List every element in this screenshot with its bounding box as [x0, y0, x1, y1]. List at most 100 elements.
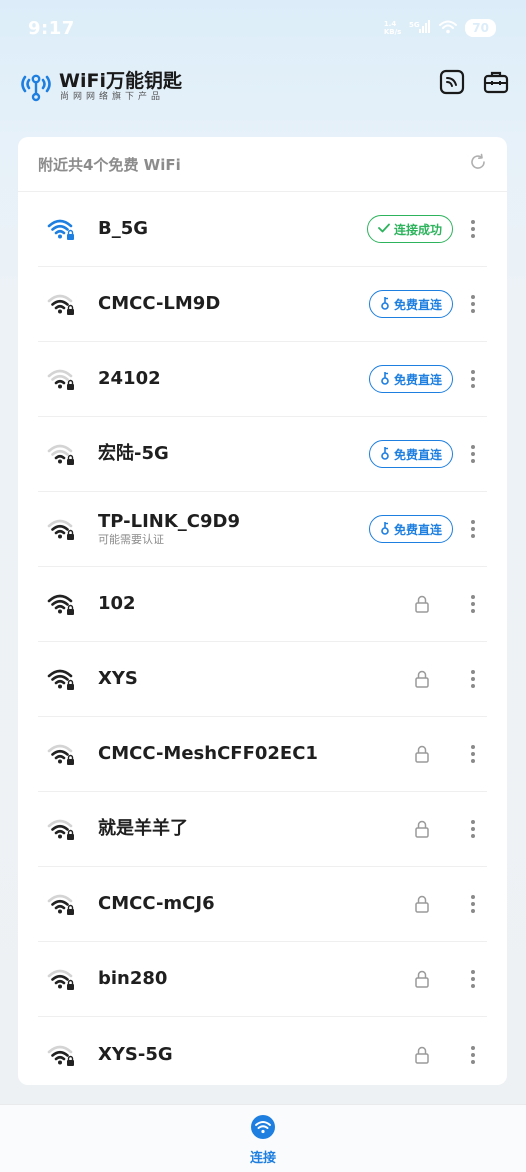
free-connect-button[interactable]: 免费直连	[368, 365, 453, 393]
more-options-icon[interactable]	[467, 442, 479, 466]
wifi-name-group: CMCC-LM9D	[98, 293, 220, 315]
wifi-row[interactable]: 102	[38, 567, 487, 642]
more-options-icon[interactable]	[467, 667, 479, 691]
wifi-name-group: bin280	[98, 968, 167, 990]
toolbox-button[interactable]	[482, 70, 510, 98]
app-header: WiFi万能钥匙 尚网网络旗下产品	[0, 56, 526, 138]
nearby-wifi-count: 附近共4个免费 WiFi	[38, 155, 181, 174]
wifi-ssid: XYS	[98, 668, 138, 689]
wifi-signal-icon	[46, 440, 78, 468]
wifi-row[interactable]: XYS	[38, 642, 487, 717]
free-connect-button[interactable]: 免费直连	[368, 290, 453, 318]
wifi-signal-icon	[46, 1041, 78, 1069]
card-header: 附近共4个免费 WiFi	[18, 137, 507, 192]
tab-connect-label: 连接	[249, 1151, 276, 1166]
more-options-icon[interactable]	[467, 742, 479, 766]
more-options-icon[interactable]	[467, 367, 479, 391]
wifi-name-group: 就是羊羊了	[98, 818, 188, 840]
wifi-name-group: B_5G	[98, 218, 148, 240]
wifi-signal-icon	[46, 890, 78, 918]
wifi-key-logo-icon	[18, 68, 54, 104]
wifi-name-group: XYS-5G	[98, 1044, 173, 1066]
wifi-name-group: 102	[98, 593, 136, 615]
wifi-row[interactable]: 就是羊羊了	[38, 792, 487, 867]
lock-icon	[413, 969, 431, 989]
refresh-icon	[471, 153, 485, 169]
wifi-row[interactable]: 宏陆-5G 免费直连	[38, 417, 487, 492]
wifi-row[interactable]: CMCC-MeshCFF02EC1	[38, 717, 487, 792]
status-icons: 1.4 KB/s 5G 70	[384, 19, 496, 38]
toolbox-icon	[483, 69, 509, 99]
wifi-signal-icon	[46, 965, 78, 993]
wifi-signal-icon	[46, 815, 78, 843]
cell-signal-icon: 5G	[409, 19, 431, 38]
svg-text:5G: 5G	[409, 21, 420, 29]
more-options-icon[interactable]	[467, 592, 479, 616]
status-label: 连接成功	[393, 222, 442, 237]
connected-badge: 连接成功	[366, 215, 453, 243]
lock-icon	[413, 744, 431, 764]
wifi-ssid: CMCC-MeshCFF02EC1	[98, 743, 318, 764]
more-options-icon[interactable]	[467, 967, 479, 991]
lock-icon	[413, 894, 431, 914]
lock-icon	[413, 594, 431, 614]
wifi-row[interactable]: CMCC-LM9D 免费直连	[38, 267, 487, 342]
bottom-nav: 连接	[0, 1104, 526, 1172]
more-options-icon[interactable]	[467, 292, 479, 316]
more-options-icon[interactable]	[467, 892, 479, 916]
wifi-ssid: XYS-5G	[98, 1043, 173, 1065]
wifi-row[interactable]: CMCC-mCJ6	[38, 867, 487, 942]
key-icon	[380, 521, 390, 538]
lock-icon	[413, 669, 431, 689]
key-icon	[380, 371, 390, 388]
wifi-ssid: TP-LINK_C9D9	[98, 511, 241, 532]
wifi-name-group: TP-LINK_C9D9 可能需要认证	[98, 511, 240, 547]
lock-icon	[413, 819, 431, 839]
wifi-name-group: CMCC-MeshCFF02EC1	[98, 743, 318, 765]
wifi-ssid: bin280	[98, 968, 168, 989]
status-label: 免费直连	[393, 297, 442, 312]
wifi-ssid: 宏陆-5G	[98, 443, 169, 464]
wifi-row[interactable]: B_5G 连接成功	[38, 192, 487, 267]
tab-connect[interactable]: 连接	[243, 1115, 283, 1167]
free-connect-button[interactable]: 免费直连	[368, 515, 453, 543]
more-options-icon[interactable]	[467, 517, 479, 541]
more-options-icon[interactable]	[467, 817, 479, 841]
wifi-tab-icon	[251, 1115, 275, 1139]
card-button[interactable]	[438, 69, 466, 99]
refresh-button[interactable]	[469, 153, 487, 175]
wifi-name-group: 宏陆-5G	[98, 443, 169, 465]
wifi-signal-icon	[46, 215, 78, 243]
wifi-name-group: 24102	[98, 368, 161, 390]
network-speed: 1.4 KB/s	[383, 20, 402, 36]
status-label: 免费直连	[393, 522, 442, 537]
key-icon	[380, 296, 390, 313]
wifi-note: 可能需要认证	[98, 533, 164, 546]
wifi-row[interactable]: TP-LINK_C9D9 可能需要认证 免费直连	[38, 492, 487, 567]
wifi-name-group: XYS	[98, 668, 138, 690]
wifi-ssid: 就是羊羊了	[98, 818, 188, 839]
status-bar: 9:17 1.4 KB/s 5G 70	[0, 0, 526, 56]
wifi-signal-icon	[46, 590, 78, 618]
wifi-signal-icon	[46, 365, 78, 393]
wifi-list: B_5G 连接成功 CMCC-LM9D 免费直连 24102 免费直连 宏陆-5G 免费直连 T…	[18, 192, 507, 1085]
check-icon	[378, 222, 390, 236]
wifi-ssid: CMCC-mCJ6	[98, 893, 215, 914]
battery-indicator: 70	[465, 19, 496, 37]
wifi-ssid: 24102	[98, 368, 161, 389]
wifi-ssid: CMCC-LM9D	[98, 293, 221, 314]
lock-icon	[413, 1045, 431, 1065]
more-options-icon[interactable]	[467, 217, 479, 241]
wifi-status-icon	[439, 19, 458, 38]
key-icon	[380, 446, 390, 463]
status-time: 9:17	[28, 17, 75, 39]
free-connect-button[interactable]: 免费直连	[368, 440, 453, 468]
wifi-signal-icon	[46, 515, 78, 543]
wifi-ssid: 102	[98, 593, 136, 614]
wifi-row[interactable]: bin280	[38, 942, 487, 1017]
more-options-icon[interactable]	[467, 1043, 479, 1067]
wifi-list-card: 附近共4个免费 WiFi B_5G 连接成功 CMCC-LM9D 免费直连 24102 免…	[18, 137, 507, 1085]
wifi-row[interactable]: XYS-5G	[38, 1017, 487, 1085]
wifi-row[interactable]: 24102 免费直连	[38, 342, 487, 417]
card-icon	[439, 69, 465, 99]
